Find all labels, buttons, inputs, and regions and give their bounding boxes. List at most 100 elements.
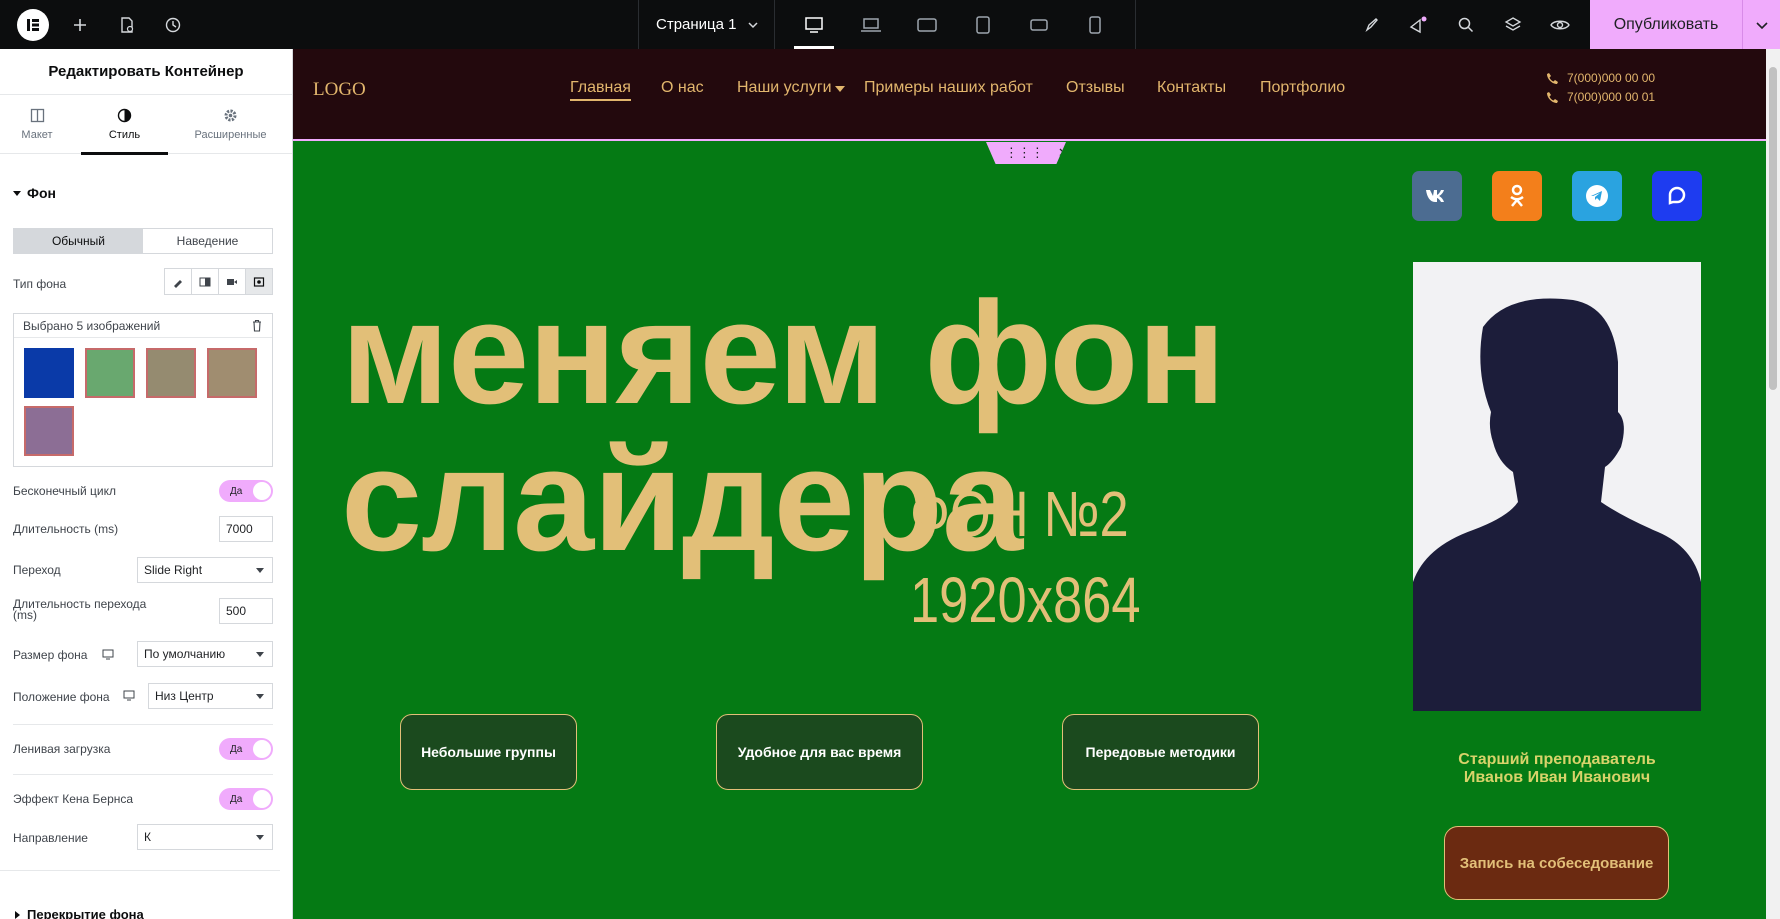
brush-icon[interactable] <box>165 269 192 294</box>
tab-advanced[interactable]: Расширенные <box>182 95 279 154</box>
topbar-divider <box>774 0 775 49</box>
phone-icon <box>1547 72 1558 84</box>
state-tab-normal[interactable]: Обычный <box>14 229 143 253</box>
feature-card[interactable]: Небольшие группы <box>400 714 577 790</box>
gallery-header: Выбрано 5 изображений <box>14 314 272 338</box>
nav-item-about[interactable]: О нас <box>661 79 704 97</box>
nav-item-contacts[interactable]: Контакты <box>1157 79 1226 97</box>
teacher-name: Иванов Иван Иванович <box>1463 769 1651 786</box>
notifications-icon[interactable] <box>1403 0 1433 49</box>
direction-label: Направление <box>13 831 88 845</box>
telegram-icon[interactable] <box>1572 171 1622 221</box>
tablet-portrait-icon[interactable] <box>963 0 1003 49</box>
add-icon[interactable] <box>65 0 95 49</box>
lazy-load-toggle[interactable]: Да <box>219 738 273 760</box>
gallery-thumb[interactable] <box>207 348 257 398</box>
phone-link[interactable]: 7(000)000 00 00 <box>1546 71 1655 85</box>
gallery-thumb[interactable] <box>24 348 74 398</box>
hero-headline-line: меняем фон <box>341 271 1226 434</box>
chevron-down-icon <box>747 21 758 28</box>
elementor-logo-icon[interactable] <box>17 9 49 41</box>
mobile-portrait-icon[interactable] <box>1075 0 1115 49</box>
laptop-icon[interactable] <box>851 0 891 49</box>
search-icon[interactable] <box>1451 0 1481 49</box>
scrollbar-thumb[interactable] <box>1769 67 1777 390</box>
state-tabs: Обычный Наведение <box>13 228 273 254</box>
divider <box>0 870 280 871</box>
structure-icon[interactable] <box>1498 0 1528 49</box>
nav-item-works[interactable]: Примеры наших работ <box>864 79 1033 97</box>
canvas-scrollbar[interactable] <box>1766 49 1780 919</box>
gradient-icon[interactable] <box>192 269 219 294</box>
add-icon[interactable]: + <box>986 146 991 161</box>
vk-icon[interactable] <box>1412 171 1462 221</box>
transition-duration-input[interactable]: 500 <box>219 598 273 624</box>
phone-icon <box>1547 91 1558 103</box>
feature-card[interactable]: Удобное для вас время <box>716 714 923 790</box>
site-header: LOGO Главная О нас Наши услуги Примеры н… <box>293 49 1766 141</box>
editor-panel: Редактировать Контейнер Макет Стиль Расш… <box>0 49 293 919</box>
trash-icon[interactable] <box>251 319 263 332</box>
divider <box>13 774 273 775</box>
nav-item-portfolio[interactable]: Портфолио <box>1260 79 1345 97</box>
bg-position-label: Положение фона <box>13 690 110 704</box>
bg-type-label: Тип фона <box>13 277 67 291</box>
preview-icon[interactable] <box>1545 0 1575 49</box>
page-settings-icon[interactable] <box>112 0 142 49</box>
publish-options-button[interactable] <box>1742 0 1780 49</box>
tab-layout[interactable]: Макет <box>0 95 74 154</box>
section-background-toggle[interactable]: Фон <box>13 185 56 201</box>
slide-background-caption: ФОН №2 1920x864 <box>910 471 1141 643</box>
bg-position-select[interactable]: Низ Центр <box>148 683 273 709</box>
bg-type-choices <box>164 268 273 295</box>
page-selector-label: Страница 1 <box>656 16 737 33</box>
slideshow-icon[interactable] <box>246 269 272 294</box>
phone-number: 7(000)000 00 00 <box>1567 71 1656 85</box>
odnoklassniki-icon[interactable] <box>1492 171 1542 221</box>
tablet-landscape-icon[interactable] <box>907 0 947 49</box>
ken-burns-label: Эффект Кена Бернса <box>13 792 134 806</box>
close-icon[interactable]: ✕ <box>1058 145 1066 161</box>
site-logo[interactable]: LOGO <box>313 79 366 101</box>
nav-item-reviews[interactable]: Отзывы <box>1066 79 1125 97</box>
gear-icon <box>224 109 237 122</box>
infinite-loop-toggle[interactable]: Да <box>219 480 273 502</box>
layout-icon <box>30 108 44 123</box>
bg-size-select[interactable]: По умолчанию <box>137 641 273 667</box>
gallery-control[interactable]: Выбрано 5 изображений <box>13 313 273 467</box>
publish-button[interactable]: Опубликовать <box>1590 0 1742 49</box>
interview-signup-button[interactable]: Запись на собеседование <box>1444 826 1669 900</box>
direction-select[interactable]: К <box>137 824 273 850</box>
gallery-thumb[interactable] <box>24 406 74 456</box>
duration-input[interactable]: 7000 <box>219 516 273 542</box>
nav-item-home[interactable]: Главная <box>570 79 631 101</box>
feature-card[interactable]: Передовые методики <box>1062 714 1259 790</box>
drag-icon[interactable]: ⋮⋮⋮ <box>1005 145 1044 161</box>
desktop-icon[interactable] <box>794 0 834 49</box>
ken-burns-toggle[interactable]: Да <box>219 788 273 810</box>
bg-size-label: Размер фона <box>13 648 88 662</box>
nav-item-services[interactable]: Наши услуги <box>737 79 832 97</box>
tab-label: Макет <box>21 129 53 141</box>
gallery-thumb[interactable] <box>146 348 196 398</box>
desktop-icon <box>123 690 135 701</box>
page-selector[interactable]: Страница 1 <box>640 0 774 49</box>
transition-select[interactable]: Slide Right <box>137 557 273 583</box>
teacher-photo <box>1413 262 1701 711</box>
mobile-landscape-icon[interactable] <box>1019 0 1059 49</box>
caret-down-icon <box>835 86 845 92</box>
phone-link[interactable]: 7(000)000 00 01 <box>1546 90 1655 104</box>
history-icon[interactable] <box>158 0 188 49</box>
teacher-title: Старший преподаватель <box>1458 751 1656 768</box>
video-icon[interactable] <box>219 269 246 294</box>
gallery-thumb[interactable] <box>85 348 135 398</box>
container-handle[interactable]: + ⋮⋮⋮ ✕ <box>986 142 1066 164</box>
tab-style[interactable]: Стиль <box>81 95 168 155</box>
section-title: Фон <box>27 185 56 201</box>
state-tab-hover[interactable]: Наведение <box>143 229 272 253</box>
panel-title: Редактировать Контейнер <box>0 49 292 95</box>
duration-label: Длительность (ms) <box>13 522 119 536</box>
section-overlay-toggle[interactable]: Перекрытие фона <box>13 907 144 919</box>
rocket-icon[interactable] <box>1357 0 1387 49</box>
max-messenger-icon[interactable] <box>1652 171 1702 221</box>
